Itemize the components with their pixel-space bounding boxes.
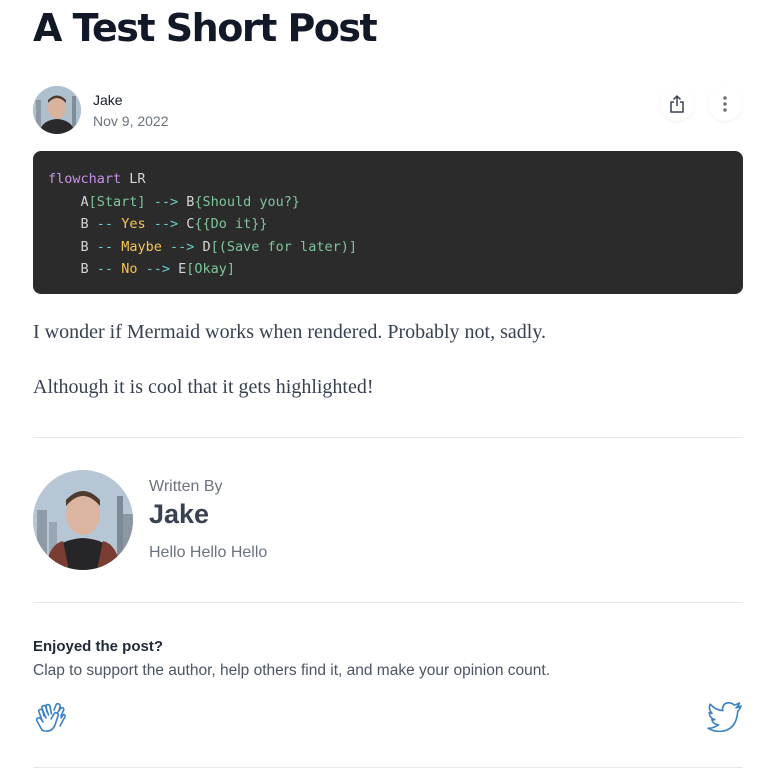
- code-direction: LR: [129, 171, 146, 187]
- post-title: A Test Short Post: [33, 6, 378, 50]
- more-vertical-icon: [723, 96, 727, 112]
- code-block[interactable]: flowchart LR A[Start] --> B{Should you?}…: [33, 151, 743, 294]
- author-name[interactable]: Jake: [93, 92, 123, 108]
- twitter-icon: [707, 702, 742, 733]
- share-button[interactable]: [660, 87, 694, 121]
- twitter-share-button[interactable]: [707, 702, 743, 733]
- divider: [33, 767, 743, 768]
- engagement-title: Enjoyed the post?: [33, 638, 164, 655]
- clap-button[interactable]: [33, 700, 67, 734]
- author-card-name[interactable]: Jake: [149, 499, 209, 530]
- code-keyword: flowchart: [48, 171, 122, 187]
- author-bio: Hello Hello Hello: [149, 544, 268, 561]
- post-paragraph: Although it is cool that it gets highlig…: [33, 376, 374, 398]
- post-date: Nov 9, 2022: [93, 113, 169, 129]
- divider: [33, 437, 743, 438]
- engagement-subtitle: Clap to support the author, help others …: [33, 662, 550, 679]
- author-meta: Jake Nov 9, 2022: [33, 86, 743, 136]
- more-options-button[interactable]: [708, 87, 742, 121]
- author-avatar[interactable]: [33, 86, 81, 134]
- author-card-avatar[interactable]: [33, 470, 133, 570]
- post-paragraph: I wonder if Mermaid works when rendered.…: [33, 321, 547, 343]
- divider: [33, 602, 743, 603]
- share-icon: [670, 95, 684, 113]
- clap-icon: [35, 702, 66, 732]
- written-by-label: Written By: [149, 478, 223, 495]
